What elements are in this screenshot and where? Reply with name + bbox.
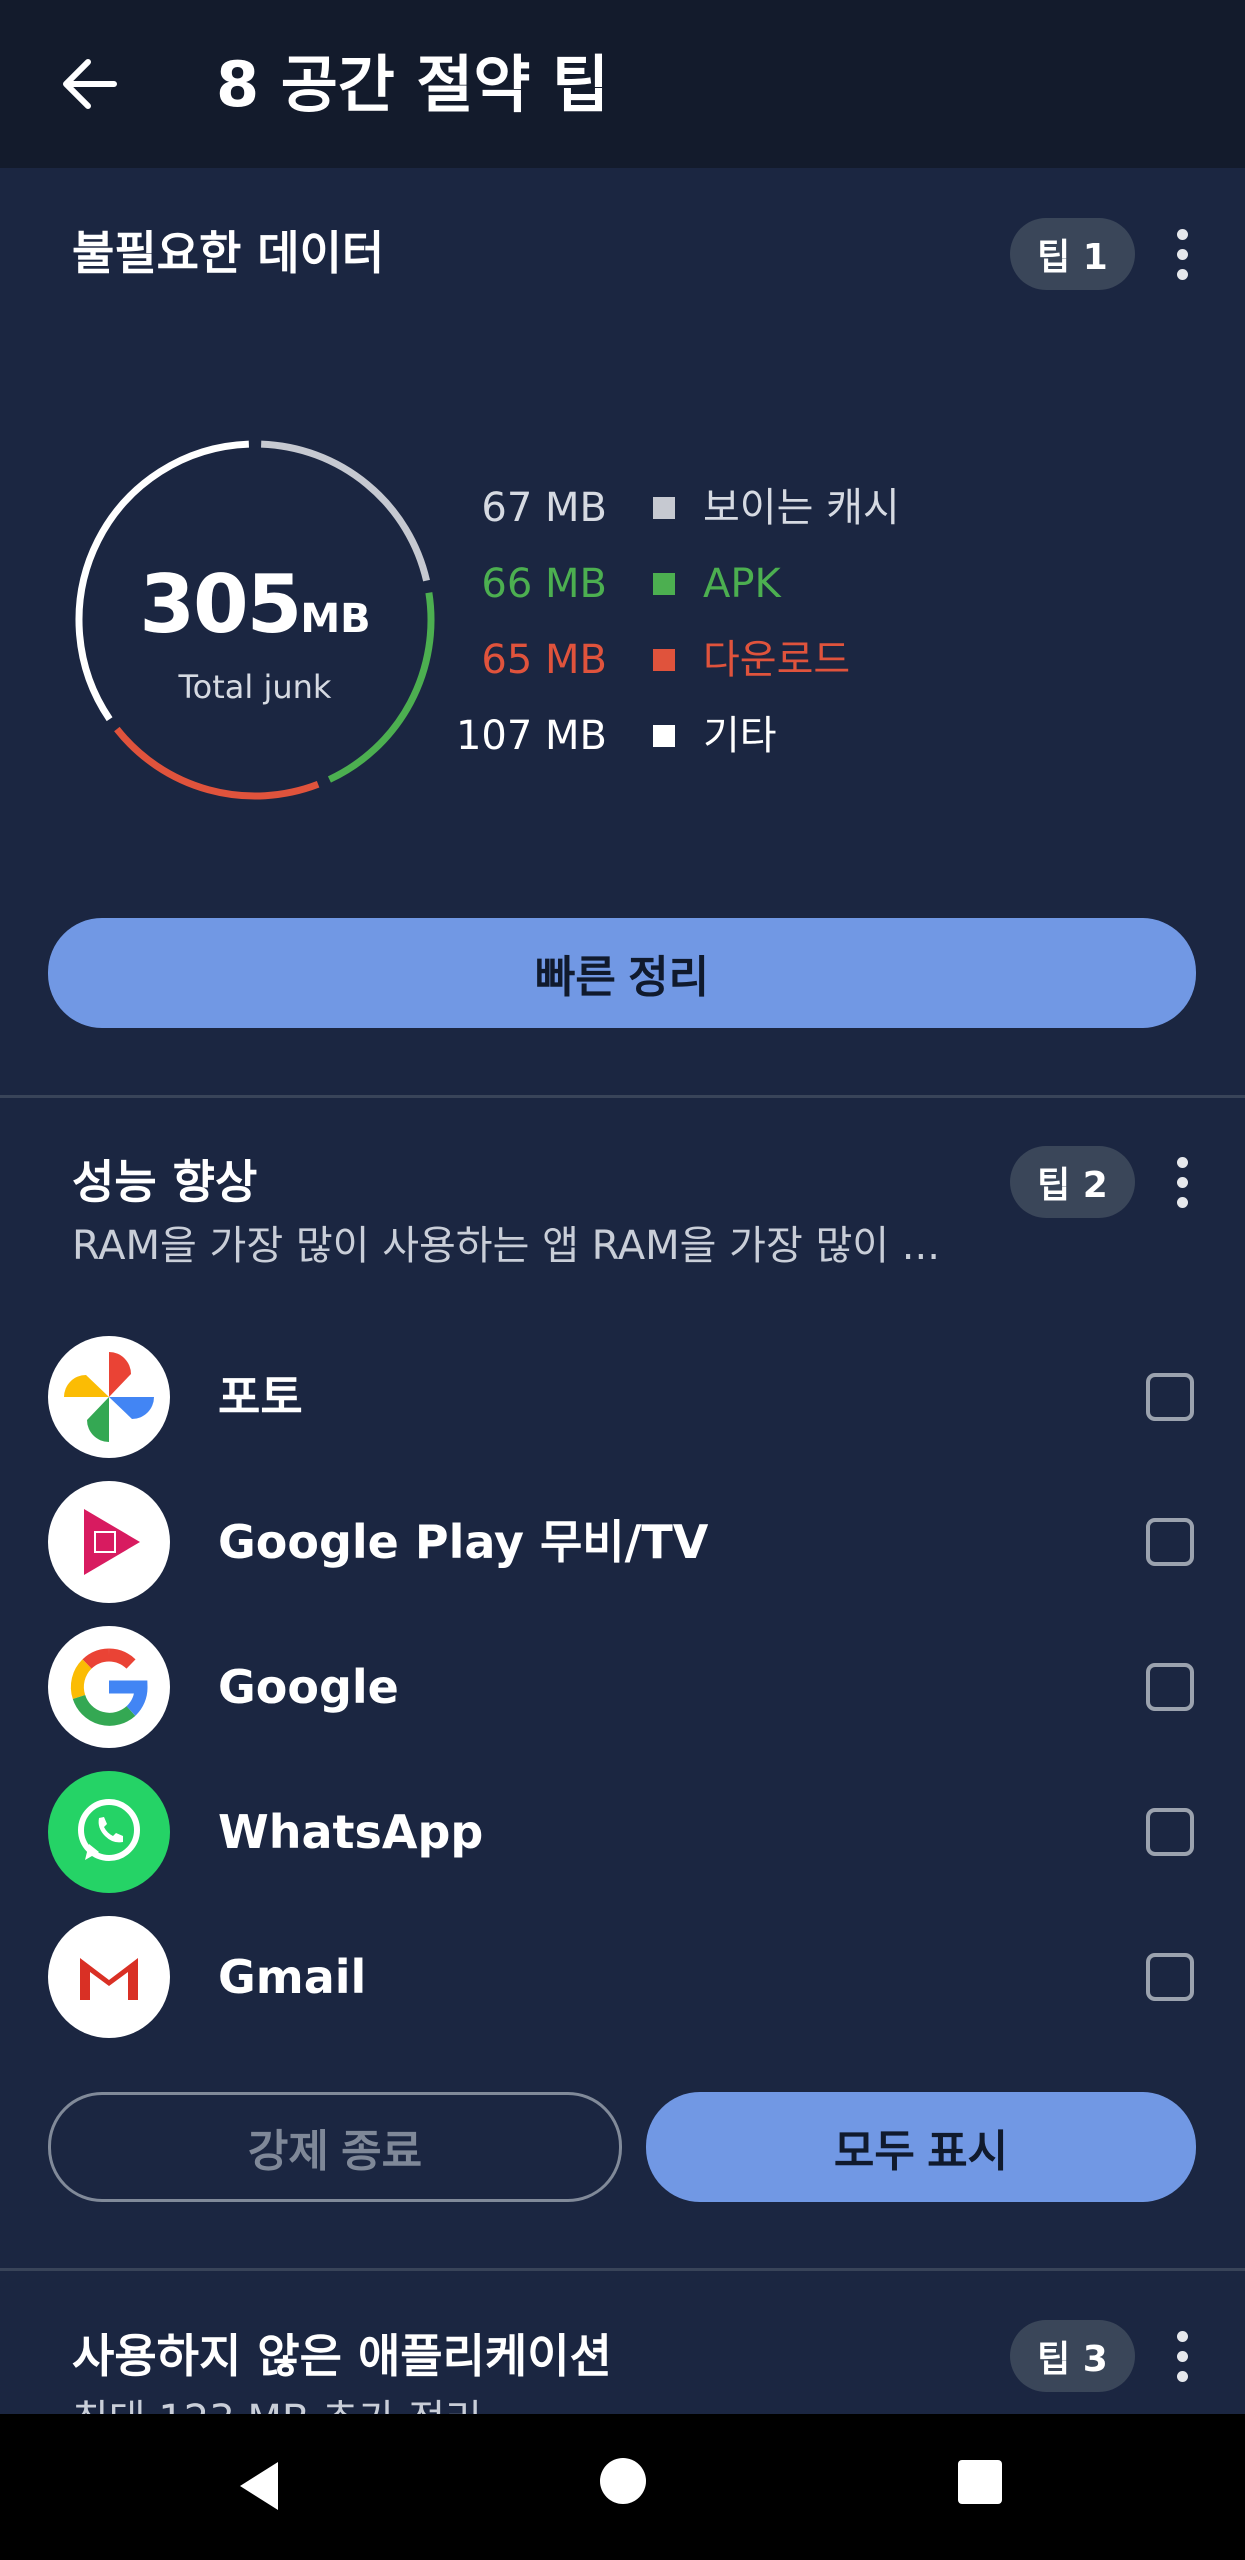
nav-recent-apps-icon[interactable] [958, 2460, 1002, 2504]
legend-swatch [653, 725, 675, 747]
app-row-gmail[interactable]: Gmail [0, 1916, 1245, 2038]
section-divider [0, 1095, 1245, 1098]
show-all-button[interactable]: 모두 표시 [646, 2092, 1196, 2202]
app-checkbox[interactable] [1146, 1518, 1194, 1566]
legend-name: 기타 [703, 713, 777, 759]
app-row-whatsapp[interactable]: WhatsApp [0, 1771, 1245, 1893]
app-row-photos[interactable]: 포토 [0, 1336, 1245, 1458]
legend-size: 107 MB [455, 713, 607, 759]
app-bar: 8 공간 절약 팁 [0, 0, 1245, 168]
section-divider [0, 2268, 1245, 2271]
app-name: Google Play 무비/TV [218, 1515, 709, 1569]
app-name: Google [218, 1660, 399, 1714]
legend-size: 66 MB [481, 561, 607, 607]
google-photos-icon [48, 1336, 170, 1458]
app-checkbox[interactable] [1146, 1953, 1194, 2001]
app-checkbox[interactable] [1146, 1808, 1194, 1856]
nav-home-icon[interactable] [600, 2458, 646, 2504]
legend-size: 67 MB [481, 485, 607, 531]
app-name: WhatsApp [218, 1805, 484, 1859]
app-checkbox[interactable] [1146, 1373, 1194, 1421]
performance-subtitle: RAM을 가장 많이 사용하는 앱 RAM을 가장 많이 ... [72, 1223, 940, 1269]
legend-row: 65 MB 다운로드 [380, 630, 1180, 690]
force-stop-button[interactable]: 강제 종료 [48, 2092, 622, 2202]
nav-back-icon[interactable] [232, 2454, 296, 2518]
app-name: Gmail [218, 1950, 367, 2004]
legend-row: 107 MB 기타 [380, 706, 1180, 766]
tip-badge-2: 팁 2 [1010, 1146, 1135, 1218]
app-checkbox[interactable] [1146, 1663, 1194, 1711]
unused-section-title: 사용하지 않은 애플리케이션 [72, 2329, 612, 2383]
donut-segment [114, 726, 320, 800]
total-junk-unit: MB [300, 596, 371, 642]
legend-swatch [653, 497, 675, 519]
more-options-icon[interactable] [1160, 218, 1204, 290]
more-options-icon[interactable] [1160, 2320, 1204, 2392]
junk-section-title: 불필요한 데이터 [72, 226, 385, 280]
tip-badge-1: 팁 1 [1010, 218, 1135, 290]
back-arrow-icon[interactable] [52, 46, 128, 122]
tip-badge-3: 팁 3 [1010, 2320, 1135, 2392]
performance-section-title: 성능 향상 [72, 1155, 258, 1209]
app-name: 포토 [218, 1370, 303, 1424]
system-nav-bar [0, 2414, 1245, 2560]
legend-name: 보이는 캐시 [703, 485, 900, 531]
legend-size: 65 MB [481, 637, 607, 683]
legend-name: APK [703, 561, 781, 607]
whatsapp-icon [48, 1771, 170, 1893]
legend-swatch [653, 649, 675, 671]
gmail-icon [48, 1916, 170, 2038]
more-options-icon[interactable] [1160, 1146, 1204, 1218]
app-row-play-movies[interactable]: Google Play 무비/TV [0, 1481, 1245, 1603]
legend-row: 66 MB APK [380, 554, 1180, 614]
app-row-google[interactable]: Google [0, 1626, 1245, 1748]
quick-clean-button[interactable]: 빠른 정리 [48, 918, 1196, 1028]
legend-name: 다운로드 [703, 637, 851, 683]
google-play-movies-icon [48, 1481, 170, 1603]
legend-row: 67 MB 보이는 캐시 [380, 478, 1180, 538]
google-icon [48, 1626, 170, 1748]
page-title: 8 공간 절약 팁 [216, 48, 610, 121]
legend-swatch [653, 573, 675, 595]
